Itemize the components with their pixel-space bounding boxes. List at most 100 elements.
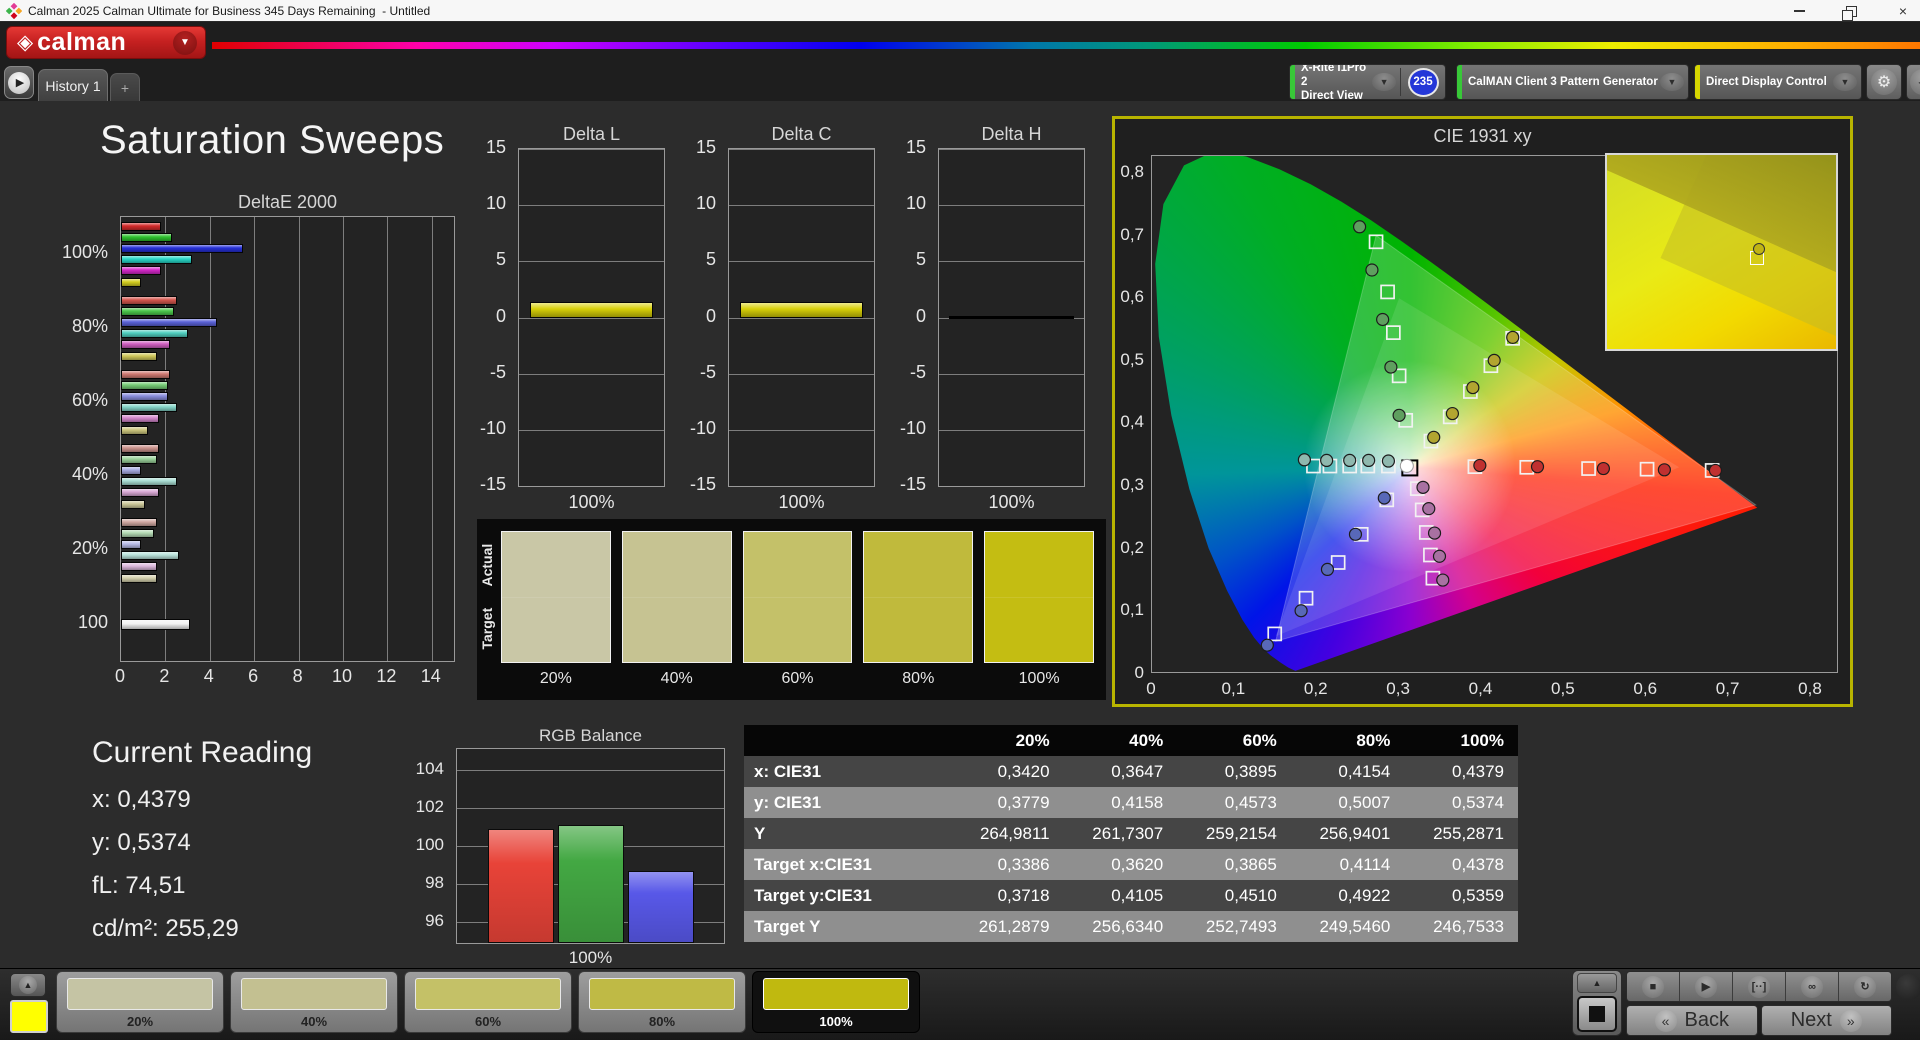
deltae-bar [121, 391, 168, 401]
tab-label: History 1 [45, 77, 101, 94]
row-label: Y [754, 823, 766, 843]
display-control-dropdown[interactable]: Direct Display Control ▼ [1694, 64, 1862, 100]
pattern-stop-button[interactable] [1577, 996, 1617, 1032]
deltae-bar [121, 443, 159, 453]
cell-value: 0,4378 [1452, 854, 1504, 874]
chevron-down-icon[interactable]: ▼ [1372, 73, 1397, 91]
cie-x-tick: 0,2 [1303, 679, 1328, 698]
meter-exposure-badge[interactable]: 235 [1407, 67, 1439, 97]
read-continuous-button[interactable]: ▶ [1680, 972, 1733, 1001]
cell-value: 0,4922 [1338, 885, 1391, 905]
cell-value: 0,3779 [997, 792, 1050, 812]
restore-button[interactable] [1842, 0, 1860, 22]
green-measured-point [1365, 263, 1379, 277]
add-tab-button[interactable]: + [110, 73, 140, 101]
swatch-label: 60% [781, 670, 814, 687]
pattern-swatch-button[interactable]: 80% [578, 971, 746, 1033]
cell-value: 246,7533 [1433, 916, 1504, 936]
tab-history-1[interactable]: History 1 [38, 69, 108, 101]
disabled-knob [1896, 974, 1920, 1000]
cell-value: 264,9811 [979, 823, 1050, 843]
play-icon: ▶ [8, 71, 30, 94]
calman-logo-text: calman [37, 28, 127, 56]
next-chevrons-icon: » [1839, 1009, 1862, 1032]
raise-button[interactable]: ▲ [1577, 973, 1617, 993]
next-button[interactable]: Next » [1760, 1005, 1892, 1036]
deltae-bar [121, 477, 177, 487]
cell-value: 0,3647 [1111, 761, 1164, 781]
current-pattern-swatch[interactable] [10, 1000, 48, 1033]
x-tick-label: 14 [420, 666, 441, 686]
cell-value: 252,7493 [1205, 916, 1277, 936]
red-measured-point [1596, 461, 1611, 476]
delta-c-chart [728, 148, 875, 487]
table-row: Target x:CIE31 0,3386 0,3620 0,3865 0,4114 0,… [744, 849, 1518, 880]
y-tick-label: 5 [915, 249, 926, 270]
pattern-generator-dropdown[interactable]: CalMAN Client 3 Pattern Generator ▼ [1456, 64, 1689, 100]
pattern-swatch-button[interactable]: 60% [404, 971, 572, 1033]
cyan-measured-point [1297, 453, 1311, 467]
y-tick-label: -5 [909, 361, 926, 382]
gridline [298, 217, 300, 661]
cie-y-axis-labels: 0 0,1 0,2 0,3 0,4 0,5 0,6 0,7 0,8 [1115, 155, 1148, 682]
swatch-color [415, 978, 561, 1010]
row-label: Target x:CIE31 [754, 854, 872, 874]
magenta-measured-point [1432, 549, 1447, 563]
chevron-down-icon[interactable]: ▼ [1833, 73, 1857, 91]
x-tick-label: 0 [114, 666, 125, 686]
delta-l-y-labels: 15 10 5 0 -5 -10 -15 [472, 137, 514, 494]
y-tick-label: 104 [415, 758, 444, 778]
back-button[interactable]: « Back [1626, 1005, 1758, 1036]
yellow-measured-point [1466, 380, 1480, 395]
workflow-navigation: « Back Next » [1626, 1005, 1892, 1036]
cie-x-tick: 0,5 [1551, 679, 1575, 698]
magenta-measured-point [1436, 573, 1450, 587]
cyan-measured-point [1381, 454, 1396, 468]
swatch-color [742, 531, 853, 663]
pattern-swatch-button[interactable]: 100% [752, 971, 920, 1033]
actual-row-label: Actual [479, 543, 495, 587]
read-series-button[interactable]: [··] [1733, 972, 1786, 1001]
delta-zero-line [949, 316, 1074, 319]
y-tick-label: -5 [489, 361, 506, 382]
calman-menu-button[interactable]: ◈ calman ▼ [6, 26, 206, 59]
delta-l-title: Delta L [562, 124, 621, 144]
collapse-panel-button[interactable]: ◀ [1906, 64, 1920, 100]
yellow-measured-point [1487, 353, 1501, 367]
pattern-swatch-button[interactable]: 40% [230, 971, 398, 1033]
workflow-play-button[interactable]: ▶ [4, 66, 34, 99]
cie-x-tick: 0,6 [1633, 679, 1658, 698]
close-button[interactable]: × [1894, 0, 1912, 22]
minimize-button[interactable] [1790, 0, 1808, 22]
actual-color [622, 532, 731, 597]
deltae-bar [121, 317, 217, 327]
swatch-color [984, 531, 1094, 663]
pattern-swatch-button[interactable]: 20% [56, 971, 224, 1033]
gridline [519, 205, 664, 207]
settings-button[interactable]: ⚙ [1866, 64, 1902, 100]
delta-h-x-label: 100% [988, 492, 1035, 512]
swatch-label: 40% [660, 670, 693, 687]
stop-measure-button[interactable]: ■ [1627, 972, 1680, 1001]
meter-dropdown[interactable]: X-Rite i1Pro 2 Direct View ▼ 235 [1289, 64, 1446, 100]
deltae-bar [121, 243, 244, 253]
pattern-window-raise-button[interactable]: ▲ [10, 973, 46, 997]
deltae-bar [121, 528, 155, 538]
window-title: Calman 2025 Calman Ultimate for Business… [28, 3, 431, 18]
page-title: Saturation Sweeps [100, 118, 445, 162]
cell-value: 256,9401 [1319, 823, 1391, 843]
chevron-down-icon[interactable]: ▼ [1660, 73, 1684, 91]
y-tick-label: 5 [705, 249, 716, 270]
read-loop-button[interactable]: ∞ [1786, 972, 1839, 1001]
menu-chevron-icon[interactable]: ▼ [173, 30, 197, 55]
refresh-button[interactable]: ↻ [1839, 972, 1891, 1001]
table-header [744, 725, 950, 756]
cie-x-tick: 0,7 [1715, 679, 1740, 698]
cell-value: 249,5460 [1319, 916, 1391, 936]
back-chevrons-icon: « [1654, 1009, 1677, 1032]
delta-l-x-label: 100% [568, 492, 615, 512]
deltae-chart [120, 216, 455, 662]
gridline [387, 217, 389, 661]
gridline [729, 205, 874, 207]
actual-color [864, 532, 973, 597]
